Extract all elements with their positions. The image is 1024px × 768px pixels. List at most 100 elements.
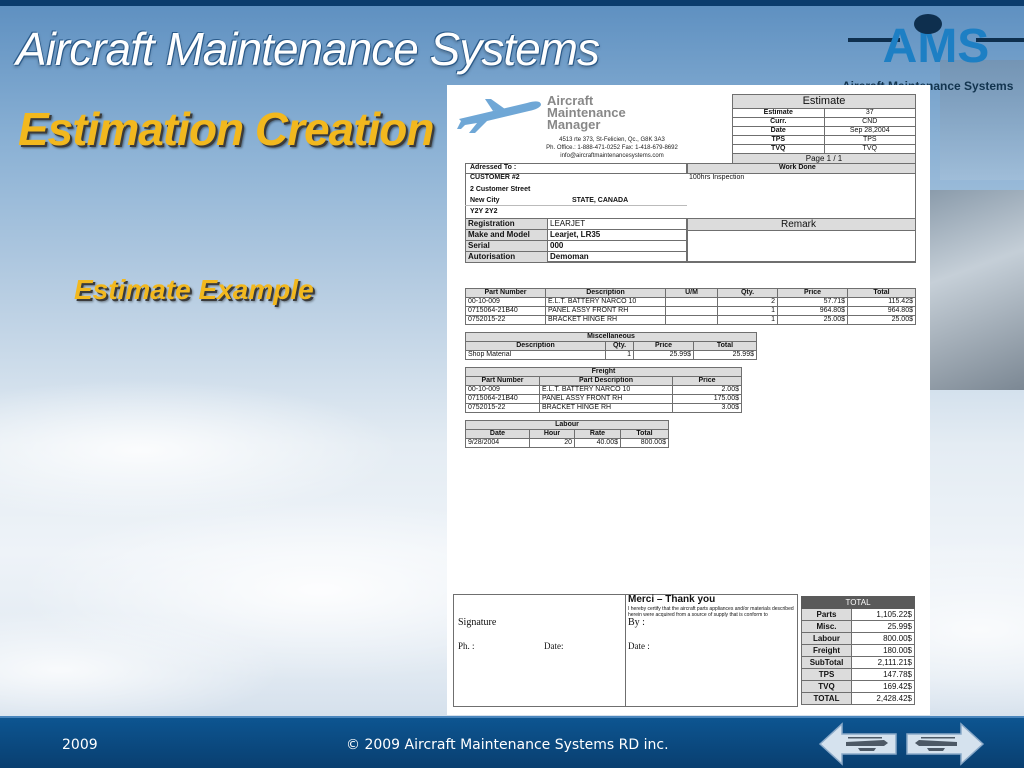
parts-header: Total [847, 288, 916, 298]
aircraft-field-value: LEARJET [547, 218, 687, 230]
part-um [665, 297, 718, 307]
part-price: 964.80$ [777, 306, 848, 316]
freight-description: BRACKET HINGE RH [539, 403, 673, 413]
totals-row: Labour 800.00$ [801, 632, 915, 645]
labour-row: 9/28/2004 20 40.00$ 800.00$ [465, 438, 669, 448]
totals-title: TOTAL [801, 596, 915, 609]
freight-description: PANEL ASSY FRONT RH [539, 394, 673, 404]
part-description: PANEL ASSY FRONT RH [545, 306, 666, 316]
part-price: 25.00$ [777, 315, 848, 325]
totals-label: Freight [801, 644, 852, 657]
part-number: 0752015-22 [465, 315, 546, 325]
parts-row: 0715064-21B40 PANEL ASSY FRONT RH 1 964.80$… [465, 306, 916, 316]
labour-header: Date [465, 429, 530, 439]
labour-header: Total [620, 429, 669, 439]
parts-header: Part Number [465, 288, 546, 298]
totals-value: 800.00$ [851, 632, 915, 645]
signature-label: Signature [458, 617, 497, 628]
misc-header: Price [633, 341, 694, 351]
customer-postal: Y2Y 2Y2 [470, 208, 498, 215]
date-label-2: Date : [628, 641, 650, 651]
misc-price: 25.99$ [633, 350, 694, 360]
totals-row: TOTAL 2,428.42$ [801, 692, 915, 705]
freight-part-number: 00-10-009 [465, 385, 540, 395]
next-slide-button[interactable] [905, 722, 985, 766]
customer-city: New City [470, 197, 500, 204]
estimate-document: Aircraft Maintenance Manager 4513 rte 37… [447, 85, 930, 715]
aircraft-field-label: Make and Model [465, 229, 548, 241]
airplane-logo-icon [457, 99, 541, 133]
totals-value: 2,111.21$ [851, 656, 915, 669]
company-address: 4513 rte 373, St-Felicien, Qc., G8K 3A3 [559, 137, 665, 143]
parts-row: 00-10-009 E.L.T. BATTERY NARCO 10 2 57.71$ 1… [465, 297, 916, 307]
addressed-to-label: Adressed To : [470, 164, 517, 171]
parts-header: Description [545, 288, 666, 298]
part-total: 25.00$ [847, 315, 916, 325]
labour-title: Labour [465, 420, 669, 430]
totals-row: Misc. 25.99$ [801, 620, 915, 633]
work-done-label: Work Done [779, 164, 816, 171]
totals-label: SubTotal [801, 656, 852, 669]
estimate-info-table: Estimate Estimate 37 Curr. CND Date Sep 28,… [732, 94, 916, 165]
misc-title: Miscellaneous [465, 332, 757, 342]
aircraft-field-label: Autorisation [465, 251, 548, 263]
misc-description: Shop Material [465, 350, 606, 360]
totals-value: 1,105.22$ [851, 608, 915, 621]
aircraft-field-label: Registration [465, 218, 548, 230]
estimate-field-label: TVQ [732, 144, 825, 154]
totals-row: TVQ 169.42$ [801, 680, 915, 693]
certification-text: I hereby certify that the aircraft parts… [628, 606, 794, 618]
customer-name: CUSTOMER #2 [470, 174, 520, 181]
freight-price: 175.00$ [672, 394, 742, 404]
estimate-field-label: TPS [732, 135, 825, 145]
totals-row: TPS 147.78$ [801, 668, 915, 681]
totals-table: TOTAL Parts 1,105.22$ Misc. 25.99$ Labour 8… [801, 596, 915, 705]
aircraft-field-value: Learjet, LR35 [547, 229, 687, 241]
freight-price: 2.00$ [672, 385, 742, 395]
totals-label: Labour [801, 632, 852, 645]
misc-total: 25.99$ [693, 350, 757, 360]
prev-slide-button[interactable] [818, 722, 898, 766]
remark-label: Remark [781, 219, 817, 230]
slide-title: Estimation Creation [18, 103, 435, 155]
misc-row: Shop Material 1 25.99$ 25.99$ [465, 350, 757, 360]
customer-state: STATE, CANADA [572, 197, 629, 204]
totals-label: Misc. [801, 620, 852, 633]
part-total: 115.42$ [847, 297, 916, 307]
aircraft-wing-image [930, 190, 1024, 390]
freight-header: Part Number [465, 376, 540, 386]
freight-part-number: 0752015-22 [465, 403, 540, 413]
estimate-field-label: Curr. [732, 117, 825, 127]
estimate-field-value: TPS [823, 135, 916, 145]
footer-copyright: © 2009 Aircraft Maintenance Systems RD i… [346, 737, 669, 753]
totals-value: 25.99$ [851, 620, 915, 633]
footer-year: 2009 [62, 737, 98, 753]
estimate-field-value: Sep 28,2004 [823, 126, 916, 136]
freight-price: 3.00$ [672, 403, 742, 413]
freight-title: Freight [465, 367, 742, 377]
freight-row: 0752015-22 BRACKET HINGE RH 3.00$ [465, 403, 742, 413]
estimate-field-label: Estimate [732, 108, 825, 118]
aircraft-field-value: Demoman [547, 251, 687, 263]
aircraft-field-value: 000 [547, 240, 687, 252]
parts-header: U/M [665, 288, 718, 298]
part-um [665, 315, 718, 325]
freight-description: E.L.T. BATTERY NARCO 10 [539, 385, 673, 395]
totals-label: TVQ [801, 680, 852, 693]
labour-table: Labour Date Hour Rate Total 9/28/2004 20 40.0… [465, 420, 669, 448]
company-email: info@aircraftmaintenancesystems.com [560, 153, 664, 159]
freight-row: 0715064-21B40 PANEL ASSY FRONT RH 175.00$ [465, 394, 742, 404]
totals-value: 2,428.42$ [851, 692, 915, 705]
totals-label: Parts [801, 608, 852, 621]
totals-row: Freight 180.00$ [801, 644, 915, 657]
estimate-field-value: 37 [823, 108, 916, 118]
phone-label: Ph. : [458, 641, 475, 651]
totals-label: TPS [801, 668, 852, 681]
totals-row: Parts 1,105.22$ [801, 608, 915, 621]
misc-header: Total [693, 341, 757, 351]
part-number: 0715064-21B40 [465, 306, 546, 316]
parts-header: Qty. [717, 288, 778, 298]
freight-row: 00-10-009 E.L.T. BATTERY NARCO 10 2.00$ [465, 385, 742, 395]
parts-row: 0752015-22 BRACKET HINGE RH 1 25.00$ 25.00$ [465, 315, 916, 325]
slide-subtitle: Estimate Example [74, 274, 314, 305]
